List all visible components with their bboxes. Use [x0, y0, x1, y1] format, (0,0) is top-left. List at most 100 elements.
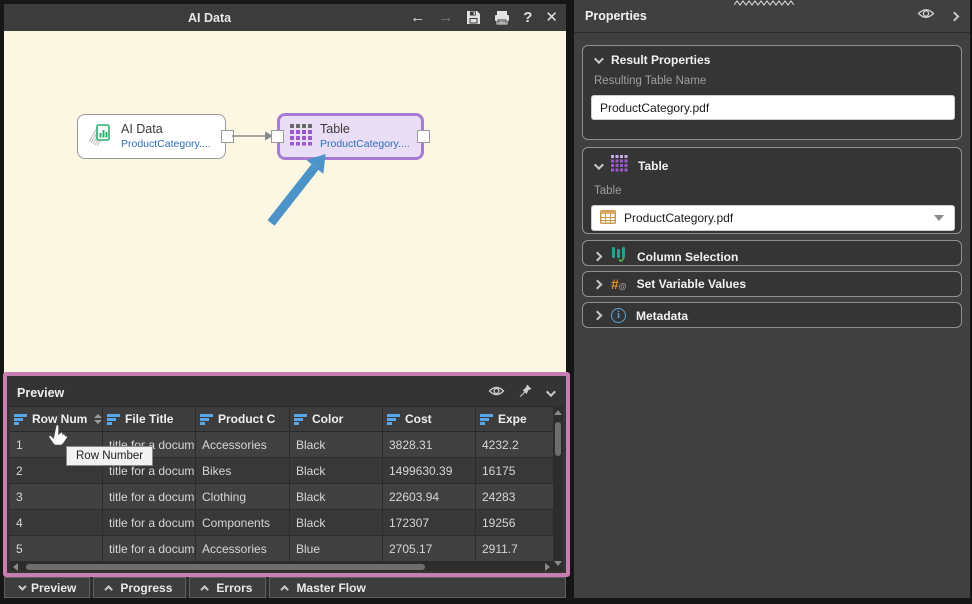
- node-subtitle: ProductCategory....: [121, 138, 211, 151]
- chevron-down-icon: [594, 160, 604, 170]
- highlight-box: Preview Row N: [3, 372, 570, 577]
- tab-master-flow[interactable]: Master Flow: [269, 577, 566, 598]
- section-title: Column Selection: [637, 250, 738, 264]
- table-row[interactable]: 5 title for a docume Accessories Blue 27…: [10, 536, 553, 562]
- input-port[interactable]: [271, 130, 284, 143]
- column-label: Product C: [218, 412, 275, 426]
- sort-bars-icon: [107, 414, 120, 425]
- cell: 16175: [476, 458, 553, 484]
- cell: 2705.17: [383, 536, 476, 562]
- cell: title for a docume: [103, 484, 196, 510]
- cell: Accessories: [196, 432, 290, 458]
- tab-label: Master Flow: [296, 581, 365, 595]
- info-icon: i: [611, 308, 626, 323]
- node-ai-data[interactable]: AI Data ProductCategory....: [77, 114, 226, 159]
- table-row[interactable]: 3 title for a docume Clothing Black 2260…: [10, 484, 553, 510]
- close-icon[interactable]: ✕: [545, 10, 558, 25]
- cell: Black: [290, 432, 383, 458]
- collapse-panel-chevron-icon[interactable]: [950, 11, 960, 21]
- bottom-tab-bar: Preview Progress Errors Master Flow: [4, 577, 566, 598]
- cell: 22603.94: [383, 484, 476, 510]
- cell: Blue: [290, 536, 383, 562]
- sort-arrows-icon[interactable]: [94, 414, 102, 424]
- section-column-selection[interactable]: Column Selection: [582, 240, 962, 266]
- preview-table: Row Num File Title Product C: [10, 406, 563, 571]
- tab-errors[interactable]: Errors: [189, 577, 266, 598]
- chevron-up-icon: [105, 585, 113, 593]
- sort-bars-icon: [200, 414, 213, 425]
- field-label: Table: [594, 185, 961, 197]
- section-title: Table: [638, 159, 668, 173]
- section-metadata[interactable]: i Metadata: [582, 302, 962, 328]
- properties-panel: Properties Result Properties Resulting T…: [574, 0, 970, 598]
- section-title: Result Properties: [611, 53, 710, 67]
- cell: Black: [290, 510, 383, 536]
- flow-canvas: AI Data ProductCategory....: [4, 31, 566, 376]
- column-header-file-title[interactable]: File Title: [103, 406, 196, 432]
- column-header-cost[interactable]: Cost: [383, 406, 476, 432]
- table-dropdown[interactable]: ProductCategory.pdf: [591, 205, 955, 231]
- output-port[interactable]: [417, 130, 430, 143]
- help-icon[interactable]: ?: [523, 10, 532, 25]
- scroll-up-icon[interactable]: [554, 410, 562, 415]
- table-icon: [600, 210, 616, 227]
- table-header-row: Row Num File Title Product C: [10, 406, 553, 432]
- column-header-product[interactable]: Product C: [196, 406, 290, 432]
- scroll-left-icon[interactable]: [13, 563, 18, 571]
- field-label: Resulting Table Name: [594, 75, 961, 87]
- app-window: AI Data ← → ? ✕: [0, 0, 972, 604]
- save-icon[interactable]: [466, 10, 481, 25]
- cell: Bikes: [196, 458, 290, 484]
- sort-bars-icon: [14, 414, 27, 425]
- variable-hash-icon: #@: [611, 277, 627, 291]
- chevron-right-icon: [593, 252, 603, 262]
- collapse-chevron-icon[interactable]: [546, 387, 556, 397]
- dialog-title: AI Data: [188, 11, 231, 25]
- cell: 3: [10, 484, 103, 510]
- chevron-down-icon: [594, 54, 604, 64]
- cell: Accessories: [196, 536, 290, 562]
- cell: Components: [196, 510, 290, 536]
- cell: 5: [10, 536, 103, 562]
- pin-icon[interactable]: [519, 384, 532, 402]
- column-label: Cost: [405, 412, 432, 426]
- tab-label: Progress: [120, 581, 172, 595]
- preview-panel: Preview Row N: [10, 380, 563, 569]
- horizontal-scrollbar[interactable]: [10, 562, 553, 571]
- dropdown-value: ProductCategory.pdf: [624, 211, 733, 225]
- column-header-color[interactable]: Color: [290, 406, 383, 432]
- tab-preview[interactable]: Preview: [4, 577, 90, 598]
- section-set-variable-values[interactable]: #@ Set Variable Values: [582, 271, 962, 297]
- section-header[interactable]: Table: [583, 148, 961, 177]
- cell: Clothing: [196, 484, 290, 510]
- eye-icon[interactable]: [917, 7, 935, 25]
- sort-bars-icon: [294, 414, 307, 425]
- column-selection-icon: [611, 246, 627, 267]
- node-title: AI Data: [121, 122, 211, 138]
- back-icon[interactable]: ←: [410, 10, 425, 25]
- print-icon[interactable]: [494, 10, 510, 25]
- column-label: Color: [312, 412, 343, 426]
- cell: title for a docume: [103, 510, 196, 536]
- scroll-right-icon[interactable]: [545, 563, 550, 571]
- section-result-properties: Result Properties Resulting Table Name: [582, 45, 962, 140]
- preview-title: Preview: [17, 386, 64, 400]
- eye-icon[interactable]: [488, 384, 505, 402]
- cell: 3828.31: [383, 432, 476, 458]
- cell: title for a docume: [103, 536, 196, 562]
- column-header-expense[interactable]: Expe: [476, 406, 553, 432]
- tab-progress[interactable]: Progress: [93, 577, 186, 598]
- forward-icon: →: [438, 10, 453, 25]
- section-header[interactable]: Result Properties: [583, 46, 961, 67]
- cell: Black: [290, 458, 383, 484]
- resulting-table-name-input[interactable]: [591, 95, 955, 120]
- cell: Black: [290, 484, 383, 510]
- scrollbar-thumb[interactable]: [26, 564, 425, 570]
- scrollbar-thumb[interactable]: [555, 422, 561, 456]
- table-row[interactable]: 4 title for a docume Components Black 17…: [10, 510, 553, 536]
- tooltip: Row Number: [66, 446, 153, 466]
- vertical-scrollbar[interactable]: [553, 406, 563, 571]
- scroll-down-icon[interactable]: [554, 561, 562, 566]
- column-label: Expe: [498, 412, 527, 426]
- preview-panel-header: Preview: [10, 380, 563, 406]
